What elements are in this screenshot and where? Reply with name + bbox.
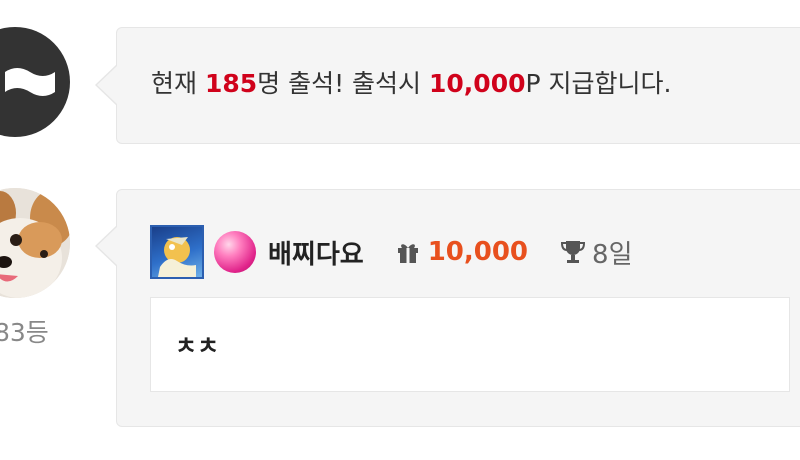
gift-icon	[397, 244, 418, 263]
gem-icon	[214, 231, 256, 273]
notice-text: 현재 185명 출석! 출석시 10,000P 지급합니다.	[151, 66, 671, 102]
comment-body: ㅊㅊ	[150, 297, 790, 392]
reward-amount: 10,000	[429, 69, 526, 98]
attendance-count: 185	[204, 69, 258, 98]
notice-prefix: 현재	[151, 69, 205, 98]
comment-card: 배찌다요 10,000 8일 ㅊㅊ	[95, 189, 800, 427]
flag-icon	[5, 68, 55, 96]
user-rank: 83등	[0, 318, 49, 347]
attendance-days: 8일	[592, 239, 633, 270]
user-avatar[interactable]	[0, 188, 70, 298]
dog-photo	[0, 188, 70, 298]
notice-suffix: P 지급합니다.	[525, 69, 672, 98]
comment-header: 배찌다요 10,000 8일	[150, 224, 633, 280]
attendance-notice: 현재 185명 출석! 출석시 10,000P 지급합니다.	[95, 27, 800, 144]
user-nickname[interactable]: 배찌다요	[268, 234, 364, 271]
trophy-icon	[561, 241, 586, 263]
notice-avatar	[0, 27, 70, 137]
points-value: 10,000	[427, 237, 529, 267]
comment-text: ㅊㅊ	[175, 332, 220, 360]
level-badge-icon	[150, 225, 204, 279]
notice-middle: 명 출석! 출석시	[257, 69, 430, 98]
